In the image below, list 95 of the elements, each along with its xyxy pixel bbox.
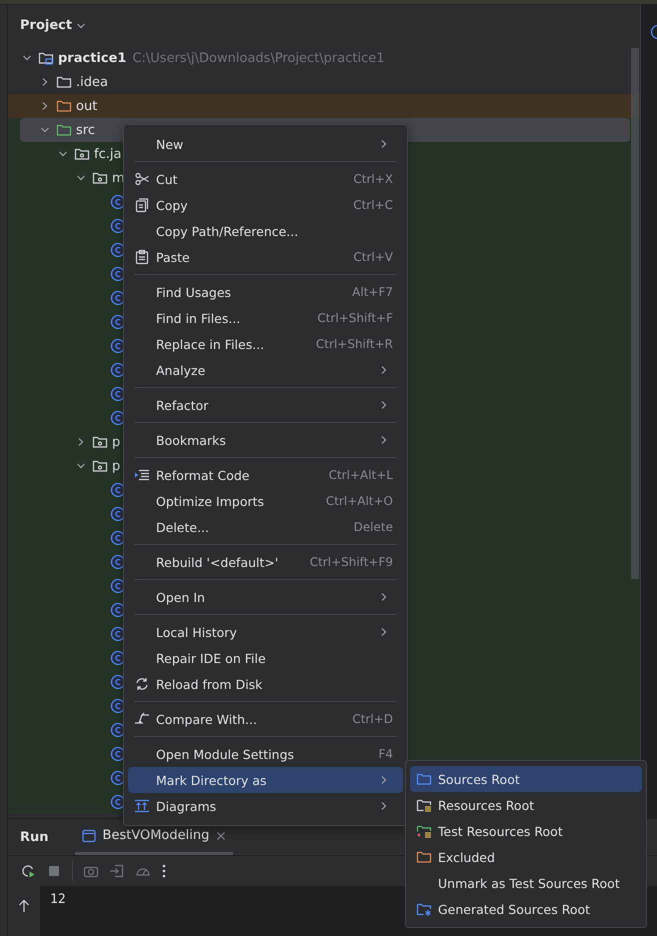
scrollbar[interactable] [631, 48, 639, 579]
exit-icon[interactable] [109, 863, 125, 879]
scissors-icon [134, 171, 150, 187]
chevron-right-icon[interactable] [40, 77, 50, 87]
class-icon [110, 626, 126, 642]
tree-item-label[interactable]: p [112, 434, 120, 450]
class-icon [110, 650, 126, 666]
class-icon [110, 218, 126, 234]
folder-icon [56, 122, 72, 138]
clipboard-icon [134, 249, 150, 265]
class-icon [110, 482, 126, 498]
chevron-down-icon[interactable] [40, 125, 50, 135]
chevron-right-icon[interactable] [76, 437, 86, 447]
rerun-icon[interactable] [20, 863, 36, 879]
class-icon [110, 602, 126, 618]
diagram-icon [134, 798, 150, 814]
class-icon [110, 506, 126, 522]
menu-item[interactable]: Reformat Code Ctrl+Alt+L [128, 462, 403, 488]
menu-item[interactable]: Unmark as Test Sources Root [410, 870, 642, 896]
menu-item[interactable]: Delete... Delete [128, 514, 403, 540]
menu-item[interactable]: Resources Root [410, 792, 642, 818]
package-icon [92, 170, 108, 186]
menu-item[interactable]: Reload from Disk [128, 671, 403, 697]
tree-item-label[interactable]: practice1 [58, 50, 126, 66]
class-icon [110, 338, 126, 354]
chevron-down-icon[interactable] [76, 20, 86, 30]
menu-item[interactable]: Replace in Files... Ctrl+Shift+R [128, 331, 403, 357]
close-icon[interactable] [215, 830, 228, 842]
menu-item[interactable]: Copy Path/Reference... [128, 218, 403, 244]
chevron-down-icon[interactable] [76, 173, 86, 183]
menu-item[interactable]: Excluded [410, 844, 642, 870]
class-icon [110, 554, 126, 570]
class-icon [110, 746, 126, 762]
copy-icon [134, 197, 150, 213]
package-icon [74, 146, 90, 162]
menu-item[interactable]: Compare With... Ctrl+D [128, 706, 403, 732]
menu-item[interactable]: Cut Ctrl+X [128, 166, 403, 192]
menu-item[interactable]: Find in Files... Ctrl+Shift+F [128, 305, 403, 331]
chevron-right-icon[interactable] [40, 101, 50, 111]
class-icon [110, 410, 126, 426]
tree-item-label[interactable]: .idea [76, 74, 108, 90]
module-folder-icon [38, 50, 54, 66]
class-icon [110, 242, 126, 258]
class-icon [110, 722, 126, 738]
tree-item-label[interactable]: out [76, 98, 98, 114]
run-panel-title: Run [20, 830, 49, 844]
resources-folder-icon [416, 797, 432, 813]
menu-item[interactable]: Test Resources Root [410, 818, 642, 844]
folder-icon [416, 771, 432, 787]
menu-item[interactable]: Mark Directory as [128, 767, 403, 793]
class-icon [110, 794, 126, 810]
menu-item[interactable]: Optimize Imports Ctrl+Alt+O [128, 488, 403, 514]
generated-folder-icon [416, 901, 432, 917]
tree-item-label[interactable]: p [112, 458, 120, 474]
menu-item[interactable]: Diagrams [128, 793, 403, 819]
chevron-down-icon[interactable] [22, 53, 32, 63]
class-icon [110, 578, 126, 594]
package-icon [92, 458, 108, 474]
class-icon [110, 194, 126, 210]
menu-item[interactable]: Sources Root [410, 766, 642, 792]
class-icon [110, 386, 126, 402]
menu-item[interactable]: Generated Sources Root [410, 896, 642, 922]
menu-item[interactable]: Refactor [128, 392, 403, 418]
panel-title[interactable]: Project [20, 18, 72, 33]
console-output: 12 [50, 892, 66, 907]
folder-icon [56, 98, 72, 114]
folder-icon [56, 74, 72, 90]
class-icon [110, 362, 126, 378]
more-icon[interactable] [161, 863, 167, 879]
class-icon [110, 770, 126, 786]
class-icon [110, 290, 126, 306]
test-resources-folder-icon [416, 823, 432, 839]
stop-icon[interactable] [46, 863, 62, 879]
class-icon [110, 266, 126, 282]
folder-icon [416, 849, 432, 865]
tree-item-label[interactable]: fc.ja [94, 146, 122, 162]
menu-item[interactable]: Find Usages Alt+F7 [128, 279, 403, 305]
class-icon [110, 698, 126, 714]
tree-item-label[interactable]: src [76, 122, 95, 138]
package-icon [92, 434, 108, 450]
chevron-down-icon[interactable] [58, 149, 68, 159]
menu-item[interactable]: Copy Ctrl+C [128, 192, 403, 218]
module-path: C:\Users\j\Downloads\Project\practice1 [132, 50, 385, 66]
menu-item[interactable]: Paste Ctrl+V [128, 244, 403, 270]
chevron-down-icon[interactable] [76, 461, 86, 471]
menu-item[interactable]: Bookmarks [128, 427, 403, 453]
format-lines-icon [134, 467, 150, 483]
class-icon [110, 674, 126, 690]
window-icon [80, 828, 97, 844]
menu-item[interactable]: Open In [128, 584, 403, 610]
class-icon [110, 314, 126, 330]
menu-item[interactable]: New [128, 131, 403, 157]
class-icon [110, 530, 126, 546]
menu-item[interactable]: Local History [128, 619, 403, 645]
reload-icon [134, 676, 150, 692]
